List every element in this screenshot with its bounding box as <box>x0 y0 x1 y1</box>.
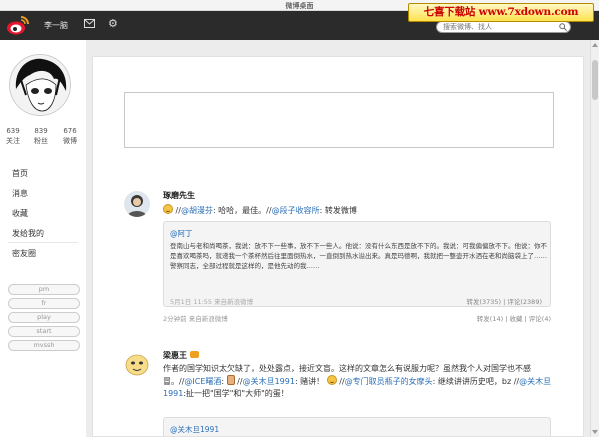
gear-icon[interactable]: ⚙ <box>108 18 118 29</box>
stat-following[interactable]: 639 关注 <box>0 126 26 146</box>
sidebar-tag[interactable]: fr <box>8 298 80 309</box>
mention-link[interactable]: @ICE曙酒 <box>184 377 221 386</box>
compose-input[interactable] <box>124 92 554 148</box>
mention-link[interactable]: @专门取员瓶子的女摩头 <box>345 377 433 386</box>
sidebar-tag[interactable]: start <box>8 326 80 337</box>
stat-posts[interactable]: 676 微博 <box>57 126 83 146</box>
verified-badge-icon <box>189 351 199 358</box>
scroll-down-arrow-icon[interactable] <box>592 429 598 435</box>
post-author[interactable]: 琢磨先生 <box>163 190 195 201</box>
sidebar-tag[interactable]: mvssh <box>8 340 80 351</box>
mention-link[interactable]: @胡漫芬 <box>181 206 213 215</box>
post-author[interactable]: 梁惠王 <box>163 350 199 361</box>
post-text-segment: // <box>234 377 243 386</box>
sidebar-item-home[interactable]: 首页 <box>12 164 82 184</box>
stat-followers[interactable]: 839 粉丝 <box>28 126 54 146</box>
stat-posts-label: 微博 <box>63 137 77 145</box>
stat-posts-count: 676 <box>63 127 77 135</box>
quote-timestamp[interactable]: 5月1日 11:55 来自新浪微博 <box>170 296 253 306</box>
sidebar-tag[interactable]: play <box>8 312 80 323</box>
post-author-name: 梁惠王 <box>163 351 187 360</box>
fist-emoji-icon <box>226 375 235 385</box>
scrollbar-thumb[interactable] <box>592 60 598 100</box>
laugh-emoji-icon <box>326 375 337 385</box>
sidebar-item-messages[interactable]: 消息 <box>12 184 82 204</box>
left-sidebar: 639 关注 839 粉丝 676 微博 首页 消息 收藏 发给我的 密友圈 p… <box>0 40 86 437</box>
quote-author[interactable]: @阿丁 <box>170 228 193 239</box>
sidebar-tag[interactable]: pm <box>8 284 80 295</box>
avatar[interactable] <box>9 54 71 116</box>
author-avatar[interactable] <box>124 191 150 217</box>
post-text-segment: : <box>221 377 225 386</box>
quote-text: 登南山与老和尚喝茶，我说：放不下一些事，放不下一些人。他说：没有什么东西是放不下… <box>170 242 547 270</box>
post-text-segment: :扯一把"国学"和"大师"的蛋！ <box>183 389 289 398</box>
nav-user-name[interactable]: 李一脑 <box>44 20 68 31</box>
post-actions[interactable]: 转发(14) | 收藏 | 评论(4) <box>477 313 551 323</box>
mail-icon[interactable] <box>84 19 95 30</box>
stat-following-count: 639 <box>6 127 20 135</box>
post-text-segment: : 继续讲讲历史吧，bz // <box>432 377 520 386</box>
quote-stats[interactable]: 转发(3735) | 评论(2389) <box>466 296 542 306</box>
quote-author[interactable]: @关木旦1991 <box>170 424 219 435</box>
sidebar-item-close-friends[interactable]: 密友圈 <box>12 248 36 259</box>
post-text-segment: : 赌讲！ <box>294 377 325 386</box>
search-icon[interactable] <box>559 23 567 31</box>
scroll-up-arrow-icon[interactable] <box>592 42 598 48</box>
post-text: //@胡漫芬: 哈哈，最佳。//@段子收容所: 转发微博 <box>163 204 553 217</box>
post-timestamp[interactable]: 2分钟前 来自新浪微博 <box>163 313 228 323</box>
author-avatar[interactable] <box>124 351 150 377</box>
reposted-quote: @关木旦1991 <box>163 417 551 436</box>
post-text: 作者的国学知识太欠缺了，处处露点，接近文盲。这样的文章怎么有说服力呢？虽然我个人… <box>163 363 553 400</box>
timeline: 琢磨先生 //@胡漫芬: 哈哈，最佳。//@段子收容所: 转发微博 @阿丁 登南… <box>92 56 584 437</box>
stat-followers-label: 粉丝 <box>34 137 48 145</box>
sidebar-divider <box>8 242 78 243</box>
post-text-segment: // <box>336 377 345 386</box>
watermark-banner: 七喜下载站 www.7xdown.com <box>408 3 594 22</box>
sidebar-menu: 首页 消息 收藏 发给我的 <box>12 164 82 244</box>
laugh-emoji-icon <box>163 204 173 214</box>
weibo-logo-icon[interactable] <box>6 14 30 36</box>
vertical-scrollbar[interactable] <box>590 40 599 437</box>
mention-link[interactable]: @段子收容所 <box>272 206 320 215</box>
stat-followers-count: 839 <box>34 127 48 135</box>
stat-following-label: 关注 <box>6 137 20 145</box>
post-text-segment: : 转发微博 <box>319 206 357 215</box>
search-box[interactable] <box>436 21 571 33</box>
mention-link[interactable]: @关木旦1991 <box>243 377 295 386</box>
sidebar-tag-list: pm fr play start mvssh <box>8 284 80 354</box>
post-text-segment: : 哈哈，最佳。// <box>212 206 272 215</box>
sidebar-item-sent-to-me[interactable]: 发给我的 <box>12 224 82 244</box>
search-input[interactable] <box>437 22 555 32</box>
reposted-quote: @阿丁 登南山与老和尚喝茶，我说：放不下一些事，放不下一些人。他说：没有什么东西… <box>163 221 551 307</box>
sidebar-item-favorites[interactable]: 收藏 <box>12 204 82 224</box>
